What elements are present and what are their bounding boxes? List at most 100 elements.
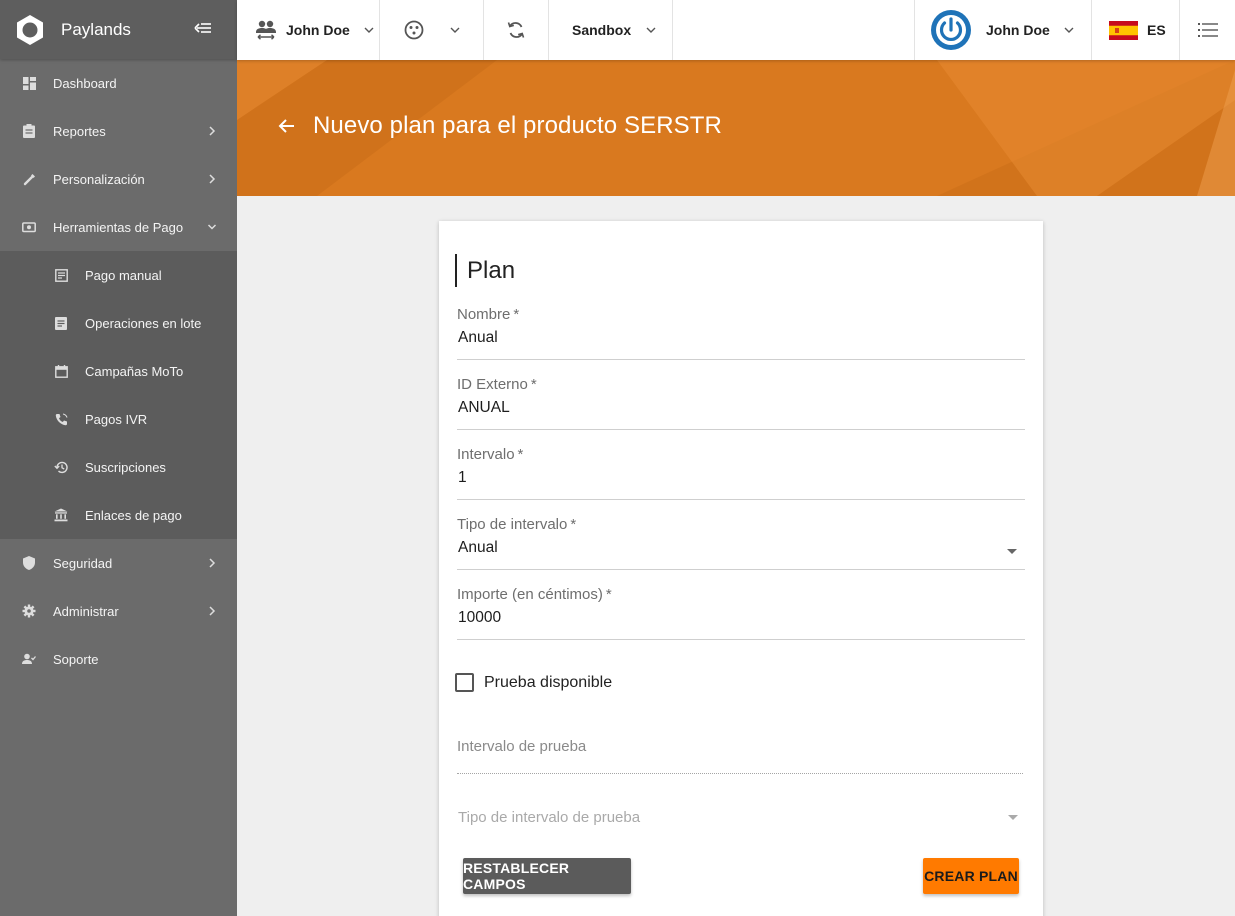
sidebar-item-personalizacion[interactable]: Personalización	[0, 155, 237, 203]
sidebar-item-label: Pago manual	[85, 267, 162, 283]
sidebar-nav: Dashboard Reportes Personalización Herra…	[0, 59, 237, 683]
id-externo-field[interactable]: ID Externo * ANUAL	[457, 376, 1025, 430]
account-user-name: John Doe	[286, 22, 350, 38]
trial-interval-type-select[interactable]: Tipo de intervalo de prueba	[458, 809, 1024, 845]
environment-label: Sandbox	[572, 22, 632, 38]
profile-menu[interactable]: John Doe	[915, 0, 1092, 60]
collapse-menu-icon[interactable]	[193, 18, 213, 38]
payment-tools-submenu: Pago manual Operaciones en lote Campañas…	[0, 251, 237, 539]
chevron-right-icon	[209, 174, 216, 184]
switch-users-icon	[256, 20, 276, 40]
trial-available-checkbox[interactable]	[455, 673, 474, 692]
sidebar-item-label: Enlaces de pago	[85, 507, 182, 523]
environment-selector[interactable]: Sandbox	[549, 0, 673, 60]
chevron-down-icon	[450, 27, 460, 33]
chip-icon	[404, 20, 424, 40]
sync-button[interactable]	[484, 0, 549, 60]
field-label: Nombre *	[457, 306, 520, 323]
sidebar-item-enlaces-de-pago[interactable]: Enlaces de pago	[0, 491, 237, 539]
nombre-field[interactable]: Nombre * Anual	[457, 306, 1025, 360]
app-name: Paylands	[61, 19, 131, 39]
sidebar-item-campanas-moto[interactable]: Campañas MoTo	[0, 347, 237, 395]
gear-icon	[22, 604, 36, 618]
arrow-left-icon[interactable]	[277, 116, 297, 136]
sidebar-item-dashboard[interactable]: Dashboard	[0, 59, 237, 107]
sidebar-item-soporte[interactable]: Soporte	[0, 635, 237, 683]
trial-available-checkbox-row[interactable]: Prueba disponible	[455, 673, 612, 692]
top-bar: John Doe Sandbox John Doe ES	[237, 0, 1235, 60]
plan-form-card: Plan Nombre * Anual ID Externo * ANUAL Int…	[439, 221, 1043, 916]
calendar-icon	[54, 364, 68, 378]
sidebar-item-operaciones-en-lote[interactable]: Operaciones en lote	[0, 299, 237, 347]
brand-header: Paylands	[0, 0, 237, 59]
language-selector[interactable]: ES	[1092, 0, 1180, 60]
sidebar-item-label: Operaciones en lote	[85, 315, 202, 331]
profile-user-name: John Doe	[986, 22, 1050, 38]
sidebar-item-label: Suscripciones	[85, 459, 166, 475]
sidebar-item-seguridad[interactable]: Seguridad	[0, 539, 237, 587]
select-value: Anual	[458, 539, 498, 556]
checkbox-label: Prueba disponible	[484, 673, 613, 691]
id-externo-input[interactable]: ANUAL	[457, 399, 1025, 430]
list-menu-icon	[1197, 23, 1218, 37]
language-code: ES	[1147, 22, 1166, 38]
reset-fields-button[interactable]: RESTABLECER CAMPOS	[463, 858, 631, 894]
intervalo-field[interactable]: Intervalo * 1	[457, 446, 1025, 500]
create-plan-button[interactable]: CREAR PLAN	[923, 858, 1019, 894]
chevron-right-icon	[209, 558, 216, 568]
shield-icon	[22, 556, 36, 570]
intervalo-input[interactable]: 1	[457, 469, 1025, 500]
sidebar-item-label: Administrar	[53, 603, 119, 619]
sidebar-item-label: Pagos IVR	[85, 411, 148, 427]
spain-flag-icon	[1109, 20, 1138, 40]
sidebar-item-label: Personalización	[53, 171, 145, 187]
banner-content: Nuevo plan para el producto SERSTR	[277, 112, 722, 140]
sidebar-item-label: Seguridad	[53, 555, 113, 571]
sidebar: Paylands Dashboard Reportes Personalizac…	[0, 0, 237, 916]
sidebar-item-administrar[interactable]: Administrar	[0, 587, 237, 635]
paylands-logo-icon	[17, 14, 43, 45]
tipo-intervalo-field[interactable]: Tipo de intervalo * Anual	[457, 516, 1025, 570]
bank-icon	[54, 508, 68, 522]
list-menu-button[interactable]	[1180, 0, 1235, 60]
chevron-right-icon	[209, 126, 216, 136]
chevron-down-icon	[646, 27, 656, 33]
chevron-right-icon	[209, 606, 216, 616]
field-label: Tipo de intervalo *	[457, 516, 577, 533]
account-switcher[interactable]: John Doe	[237, 0, 380, 60]
page-title: Nuevo plan para el producto SERSTR	[313, 112, 722, 139]
sidebar-item-pago-manual[interactable]: Pago manual	[0, 251, 237, 299]
sidebar-item-label: Campañas MoTo	[85, 363, 184, 379]
sidebar-item-label: Reportes	[53, 123, 106, 139]
page-header-banner: Nuevo plan para el producto SERSTR	[237, 60, 1235, 196]
nombre-input[interactable]: Anual	[457, 329, 1025, 360]
topbar-spacer	[673, 0, 915, 60]
sidebar-item-suscripciones[interactable]: Suscripciones	[0, 443, 237, 491]
tipo-intervalo-select[interactable]: Anual	[457, 539, 1025, 570]
sidebar-item-label: Soporte	[53, 651, 99, 667]
receipt-icon	[54, 268, 68, 282]
clipboard-icon	[22, 124, 36, 138]
field-label: Importe (en céntimos) *	[457, 586, 612, 603]
chevron-down-icon	[364, 27, 374, 33]
sidebar-item-herramientas-de-pago[interactable]: Herramientas de Pago	[0, 203, 237, 251]
field-label: Intervalo *	[457, 446, 524, 463]
history-icon	[54, 460, 68, 474]
importe-field[interactable]: Importe (en céntimos) * 10000	[457, 586, 1025, 640]
brush-icon	[22, 172, 36, 186]
support-person-icon	[22, 652, 36, 666]
chevron-down-icon	[207, 224, 217, 230]
trial-interval-input[interactable]: Intervalo de prueba	[457, 738, 1023, 774]
sidebar-item-reportes[interactable]: Reportes	[0, 107, 237, 155]
importe-input[interactable]: 10000	[457, 609, 1025, 640]
dashboard-icon	[22, 76, 36, 90]
service-selector[interactable]	[380, 0, 484, 60]
sidebar-item-pagos-ivr[interactable]: Pagos IVR	[0, 395, 237, 443]
select-placeholder: Tipo de intervalo de prueba	[458, 809, 641, 826]
document-list-icon	[54, 316, 68, 330]
sync-icon	[507, 22, 525, 38]
payments-icon	[22, 220, 36, 234]
sidebar-item-label: Dashboard	[53, 75, 117, 91]
dropdown-arrow-icon	[1007, 549, 1017, 554]
field-label: ID Externo *	[457, 376, 537, 393]
